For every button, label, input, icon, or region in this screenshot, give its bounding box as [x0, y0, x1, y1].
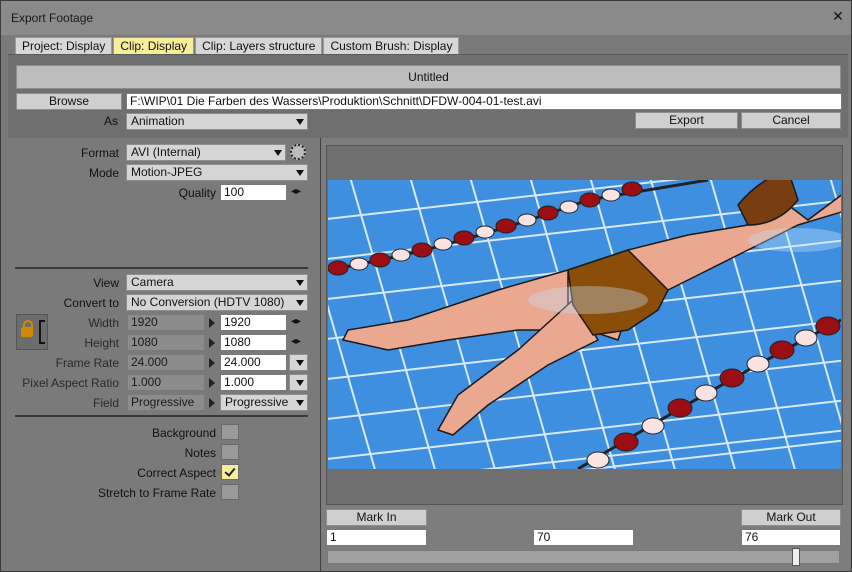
correct-aspect-checkbox[interactable] — [221, 464, 239, 480]
as-select[interactable]: Animation — [126, 113, 308, 130]
view-label: View — [93, 276, 119, 290]
timeline-slider[interactable] — [327, 550, 840, 564]
browse-button[interactable]: Browse — [16, 93, 122, 110]
tab-bar: Project: Display Clip: Display Clip: Lay… — [15, 37, 460, 54]
field-source-value: Progressive — [127, 394, 205, 411]
quality-input[interactable]: 100 — [220, 184, 287, 201]
format-value: AVI (Internal) — [131, 145, 201, 159]
link-bracket-icon — [39, 320, 45, 344]
mark-out-button[interactable]: Mark Out — [741, 509, 841, 526]
window-title: Export Footage — [11, 11, 94, 25]
frame-rate-input[interactable]: 24.000 — [220, 354, 287, 371]
as-value: Animation — [131, 114, 185, 128]
title-bar[interactable]: Export Footage ✕ — [1, 1, 851, 35]
field-select[interactable]: Progressive — [220, 394, 308, 411]
convert-to-label: Convert to — [63, 296, 119, 310]
frame-rate-label: Frame Rate — [55, 356, 119, 370]
background-label: Background — [151, 426, 216, 440]
format-select[interactable]: AVI (Internal) — [126, 144, 286, 161]
stepper-icon[interactable]: ◂▸ — [291, 186, 303, 198]
close-icon[interactable]: ✕ — [831, 9, 845, 23]
stepper-icon[interactable]: ◂▸ — [291, 316, 303, 328]
swimmer-illustration — [328, 180, 841, 469]
field-value: Progressive — [225, 395, 289, 409]
as-label: As — [103, 114, 118, 128]
timeline-slider-handle[interactable] — [791, 548, 800, 566]
frame-rate-source-value: 24.000 — [127, 354, 205, 371]
aspect-lock-toggle[interactable] — [16, 314, 48, 350]
mode-label: Mode — [88, 166, 119, 180]
mode-value: Motion-JPEG — [131, 165, 203, 179]
pixel-aspect-source-value: 1.000 — [127, 374, 205, 391]
arrow-right-icon — [209, 338, 215, 348]
chevron-down-icon — [296, 380, 304, 386]
pixel-aspect-input[interactable]: 1.000 — [220, 374, 287, 391]
view-value: Camera — [131, 275, 174, 289]
export-button[interactable]: Export — [635, 112, 738, 129]
width-input[interactable]: 1920 — [220, 314, 287, 331]
convert-to-value: No Conversion (HDTV 1080) — [131, 295, 285, 309]
view-select[interactable]: Camera — [126, 274, 308, 291]
stretch-label: Stretch to Frame Rate — [97, 486, 216, 500]
convert-to-select[interactable]: No Conversion (HDTV 1080) — [126, 294, 308, 311]
tab-custom-brush-display[interactable]: Custom Brush: Display — [323, 37, 460, 54]
stepper-icon[interactable]: ◂▸ — [291, 336, 303, 348]
arrow-right-icon — [209, 318, 215, 328]
pixel-aspect-ratio-label: Pixel Aspect Ratio — [22, 376, 119, 390]
width-label: Width — [88, 316, 119, 330]
tab-project-display[interactable]: Project: Display — [15, 37, 113, 54]
notes-label: Notes — [184, 446, 216, 460]
tab-clip-layers-structure[interactable]: Clip: Layers structure — [195, 37, 323, 54]
format-label: Format — [80, 146, 119, 160]
height-input[interactable]: 1080 — [220, 334, 287, 351]
arrow-right-icon — [209, 378, 215, 388]
chevron-down-icon — [296, 400, 304, 406]
field-label: Field — [92, 396, 119, 410]
current-frame-input[interactable]: 70 — [533, 529, 634, 546]
mark-in-button[interactable]: Mark In — [326, 509, 427, 526]
height-label: Height — [84, 336, 119, 350]
chevron-down-icon — [296, 360, 304, 366]
chevron-down-icon — [296, 280, 304, 286]
checkmark-icon — [224, 465, 236, 477]
preview-image — [328, 180, 841, 469]
correct-aspect-label: Correct Aspect — [137, 466, 216, 480]
chevron-down-icon — [296, 170, 304, 176]
section-divider — [15, 415, 308, 417]
export-footage-dialog: Export Footage ✕ Project: Display Clip: … — [0, 0, 852, 572]
arrow-right-icon — [209, 358, 215, 368]
out-frame-input[interactable]: 76 — [741, 529, 841, 546]
stretch-checkbox[interactable] — [221, 484, 239, 500]
frame-rate-dropdown[interactable] — [289, 354, 308, 371]
in-frame-input[interactable]: 1 — [326, 529, 427, 546]
cancel-button[interactable]: Cancel — [741, 112, 841, 129]
pixel-aspect-dropdown[interactable] — [289, 374, 308, 391]
chevron-down-icon — [274, 150, 282, 156]
quality-label: Quality — [178, 186, 216, 200]
lock-icon — [21, 320, 33, 337]
notes-checkbox[interactable] — [221, 444, 239, 460]
gear-icon[interactable] — [290, 144, 306, 160]
name-field[interactable]: Untitled — [16, 65, 841, 89]
height-source-value: 1080 — [127, 334, 205, 351]
width-source-value: 1920 — [127, 314, 205, 331]
section-divider — [15, 267, 308, 269]
chevron-down-icon — [296, 300, 304, 306]
mode-select[interactable]: Motion-JPEG — [126, 164, 308, 181]
background-checkbox[interactable] — [221, 424, 239, 440]
arrow-right-icon — [209, 398, 215, 408]
file-path-input[interactable]: F:\WIP\01 Die Farben des Wassers\Produkt… — [126, 93, 842, 110]
tab-clip-display[interactable]: Clip: Display — [113, 37, 195, 54]
chevron-down-icon — [296, 119, 304, 125]
